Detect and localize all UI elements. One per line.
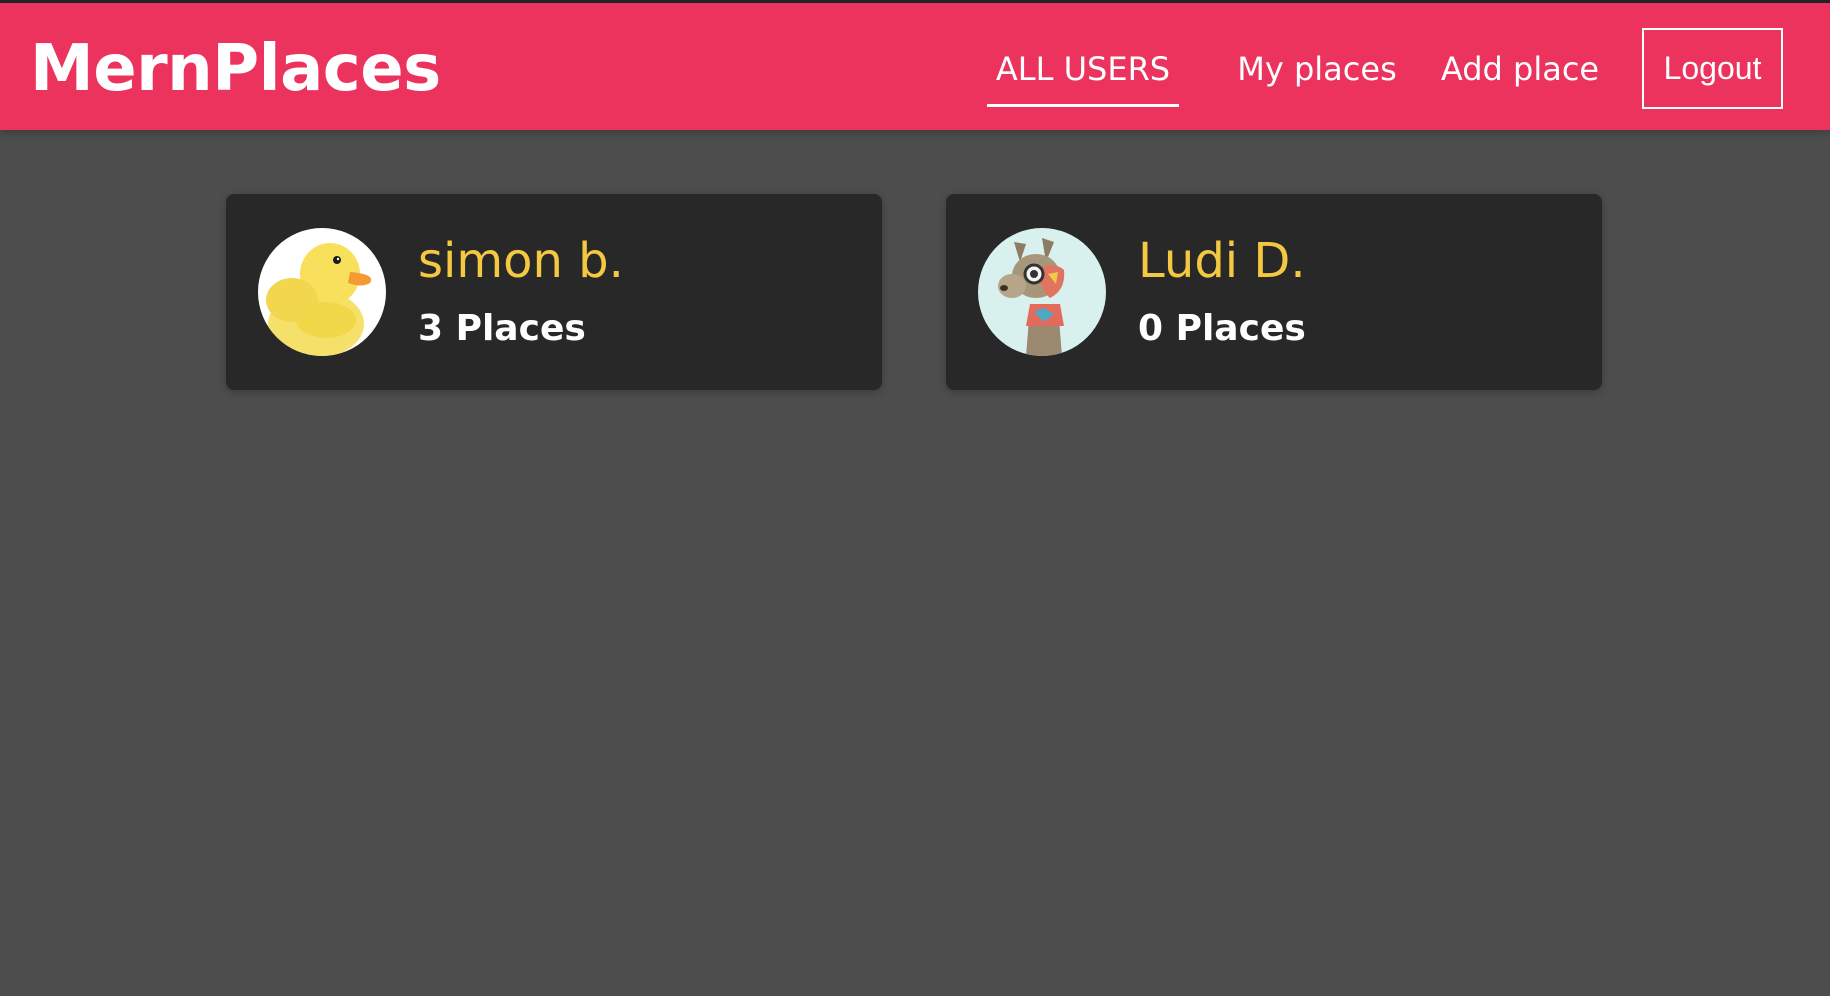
user-places-count: 0 Places	[1138, 308, 1306, 349]
user-card[interactable]: Ludi D. 0 Places	[946, 194, 1602, 390]
llama-avatar-icon	[978, 228, 1106, 356]
main-navigation: ALL USERS My places Add place Logout	[0, 3, 1830, 130]
user-name: simon b.	[418, 233, 624, 289]
user-name: Ludi D.	[1138, 233, 1306, 289]
nav-all-users-link[interactable]: ALL USERS	[987, 47, 1179, 107]
user-places-count: 3 Places	[418, 308, 586, 349]
main-header: MernPlaces ALL USERS My places Add place…	[0, 0, 1830, 130]
user-card[interactable]: simon b. 3 Places	[226, 194, 882, 390]
nav-add-place-link[interactable]: Add place	[1437, 47, 1603, 91]
logout-button[interactable]: Logout	[1642, 28, 1783, 109]
nav-my-places-link[interactable]: My places	[1222, 47, 1412, 91]
rubber-duck-avatar-icon	[258, 228, 386, 356]
